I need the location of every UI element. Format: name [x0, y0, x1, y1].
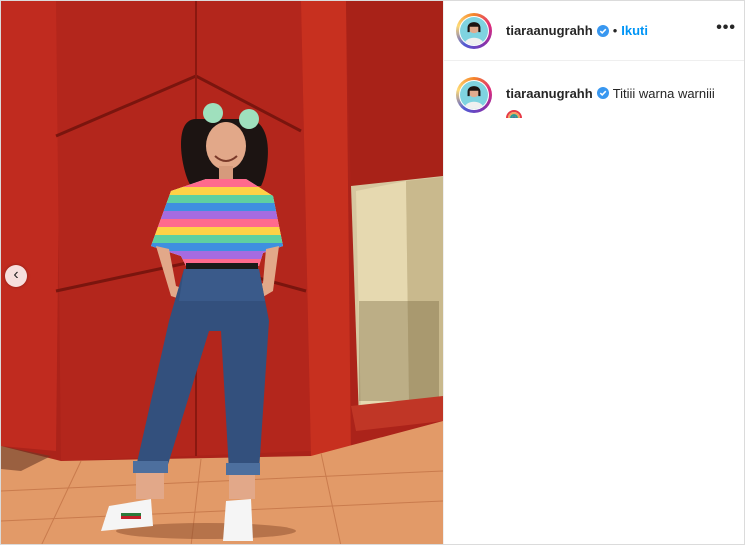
verified-badge-icon	[596, 87, 609, 99]
caption-username[interactable]: tiaraanugrahh	[506, 86, 593, 101]
chevron-left-icon: ‹	[13, 266, 19, 283]
caption-body: tiaraanugrahh Titiii warna warniii	[492, 85, 715, 124]
profile-photo	[460, 81, 488, 109]
avatar[interactable]	[456, 12, 492, 49]
post-photo[interactable]: ‹	[1, 1, 443, 544]
post-author-username[interactable]: tiaraanugrahh	[506, 23, 593, 38]
previous-photo-button[interactable]: ‹	[5, 265, 27, 287]
post-side-panel: tiaraanugrahh • Ikuti ••• tiaraanugrahh …	[443, 1, 744, 544]
separator-dot: •	[612, 23, 618, 38]
more-options-icon[interactable]: •••	[716, 19, 736, 37]
caption-emoji-line	[506, 103, 715, 124]
instagram-post: ‹ tiaraanugrahh • Ikuti ••• tiaraanugrah…	[0, 0, 745, 545]
verified-badge-icon	[596, 24, 609, 37]
caption-avatar[interactable]	[456, 77, 492, 113]
caption-text: Titiii warna warniii	[612, 86, 715, 101]
post-header: tiaraanugrahh • Ikuti •••	[444, 1, 744, 61]
rainbow-emoji-icon	[506, 110, 522, 119]
profile-photo	[460, 16, 488, 45]
photo-scene	[1, 1, 443, 544]
caption-comment: tiaraanugrahh Titiii warna warniii	[444, 61, 744, 124]
follow-button[interactable]: Ikuti	[621, 23, 648, 38]
